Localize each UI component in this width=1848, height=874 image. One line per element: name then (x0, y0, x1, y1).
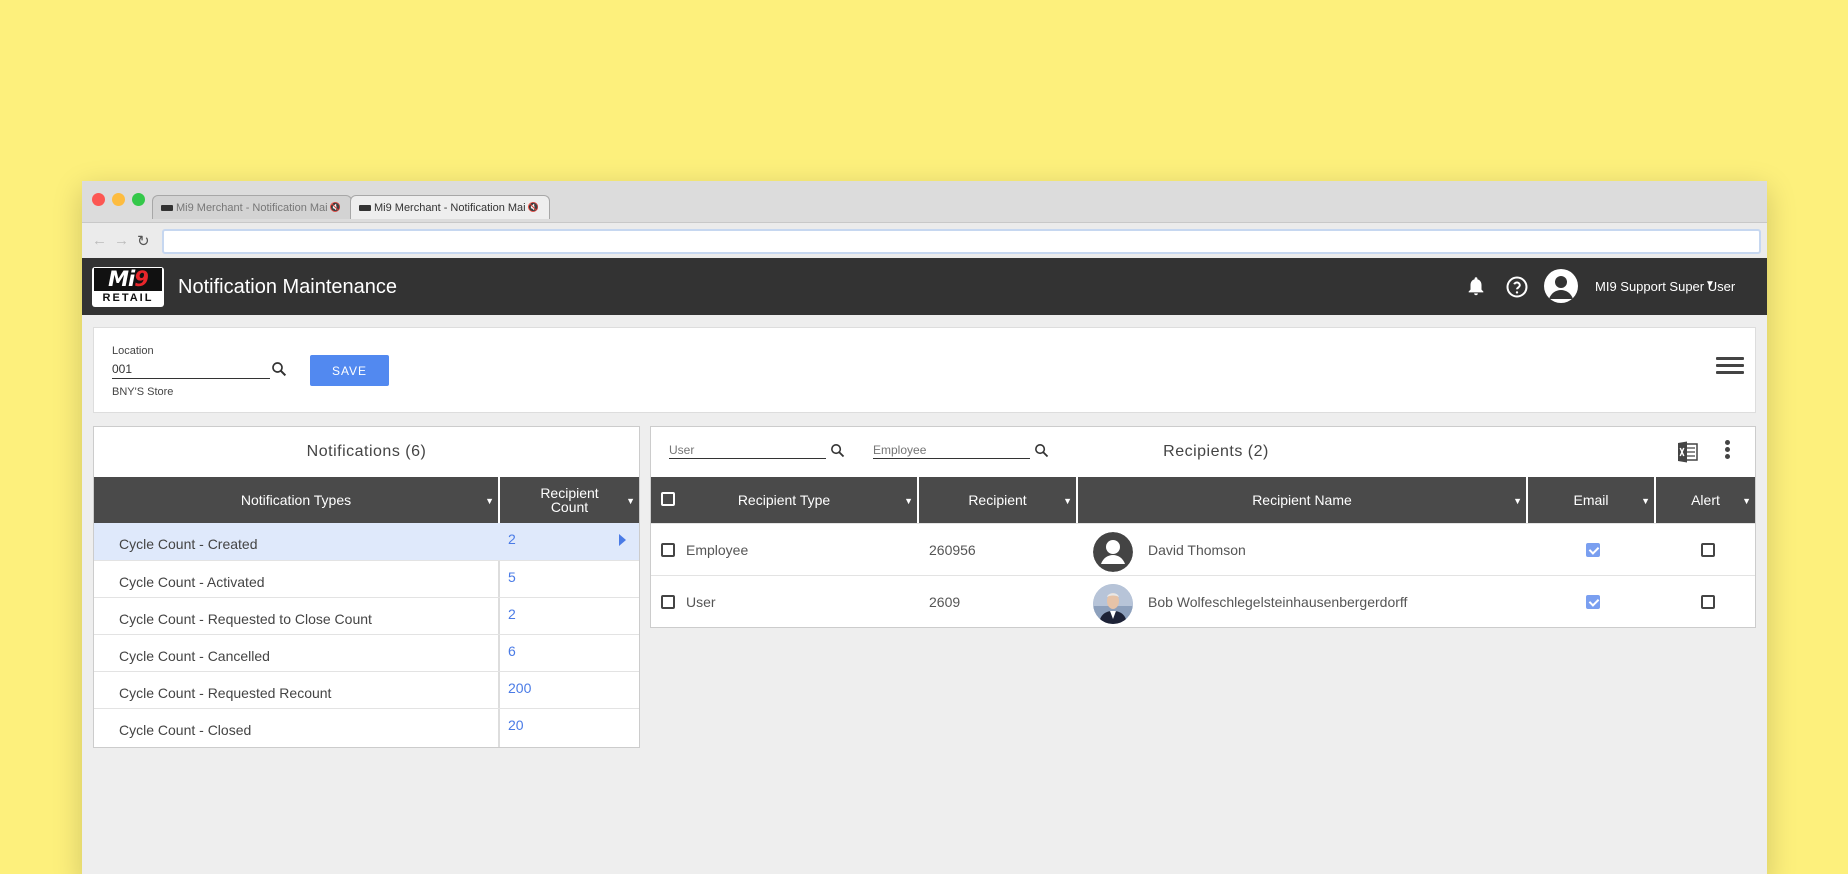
recipients-panel: Recipients (2) Recipient Type ▼ Recipien… (650, 426, 1756, 628)
alert-checkbox[interactable] (1701, 595, 1715, 609)
notification-row[interactable]: Cycle Count - Requested to Close Count 2 (94, 597, 639, 634)
filter-icon[interactable]: ▼ (904, 494, 913, 508)
browser-tab-active[interactable]: Mi9 Merchant - Notification Maint 🔇 (350, 195, 550, 219)
close-window-button[interactable] (92, 193, 105, 206)
recipient-count-link[interactable]: 200 (508, 680, 531, 696)
recipient-name-cell: Bob Wolfeschlegelsteinhausenbergerdorff (1148, 594, 1408, 610)
reload-icon[interactable]: ↻ (137, 232, 150, 250)
notification-row[interactable]: Cycle Count - Requested Recount 200 (94, 671, 639, 708)
recipient-count-link[interactable]: 5 (508, 569, 516, 585)
filter-icon[interactable]: ▼ (1641, 494, 1650, 508)
bell-icon[interactable] (1465, 275, 1487, 302)
table-row[interactable]: User 2609 Bob Wolfeschlegelsteinhausenbe… (651, 575, 1755, 627)
recipient-type-cell: User (686, 594, 716, 610)
page-title: Notification Maintenance (178, 276, 398, 298)
notifications-panel: Notifications (6) Notification Types ▼ R… (93, 426, 640, 748)
save-button[interactable]: SAVE (310, 355, 389, 386)
notification-row[interactable]: Cycle Count - Created 2 (94, 523, 639, 560)
default-avatar-icon (1093, 532, 1133, 572)
search-icon[interactable] (1033, 442, 1050, 464)
maximize-window-button[interactable] (132, 193, 145, 206)
hamburger-menu-icon[interactable] (1716, 357, 1744, 381)
browser-window: Mi9 Merchant - Notification Maint 🔇 Mi9 … (82, 181, 1767, 874)
filter-icon[interactable]: ▼ (485, 494, 494, 508)
recipient-id-cell: 260956 (929, 542, 976, 558)
recipient-id-cell: 2609 (929, 594, 961, 610)
column-header-recipient-count[interactable]: Recipient Count ▼ (500, 477, 639, 523)
browser-tab[interactable]: Mi9 Merchant - Notification Maint 🔇 (152, 195, 352, 219)
help-icon[interactable] (1505, 275, 1529, 304)
column-header-recipient[interactable]: Recipient ▼ (919, 477, 1078, 523)
filter-icon[interactable]: ▼ (626, 494, 635, 508)
notifications-table-header: Notification Types ▼ Recipient Count ▼ (94, 477, 639, 523)
recipients-title: Recipients (2) (1163, 443, 1269, 460)
recipients-table-header: Recipient Type ▼ Recipient ▼ Recipient N… (651, 477, 1755, 523)
recipient-count-link[interactable]: 20 (508, 717, 524, 733)
back-arrow-icon[interactable]: ← (92, 232, 107, 249)
browser-toolbar: ← → ↻ (82, 222, 1767, 258)
more-options-icon[interactable] (1725, 440, 1731, 464)
column-header-recipient-name[interactable]: Recipient Name ▼ (1078, 477, 1528, 523)
mute-icon[interactable]: 🔇 (528, 202, 539, 213)
row-select-checkbox[interactable] (661, 543, 675, 557)
notifications-title: Notifications (6) (306, 443, 427, 460)
select-all-checkbox[interactable] (661, 492, 675, 506)
filter-icon[interactable]: ▼ (1063, 494, 1072, 508)
user-avatar-icon[interactable] (1544, 269, 1578, 303)
location-card: Location BNY'S Store SAVE (93, 327, 1756, 413)
address-bar[interactable] (162, 229, 1761, 254)
recipient-name-cell: David Thomson (1148, 542, 1246, 558)
filter-icon[interactable]: ▼ (1513, 494, 1522, 508)
notification-row[interactable]: Cycle Count - Closed 20 (94, 708, 639, 745)
email-checkbox[interactable] (1586, 595, 1600, 609)
column-header-email[interactable]: Email ▼ (1528, 477, 1656, 523)
email-checkbox[interactable] (1586, 543, 1600, 557)
store-name: BNY'S Store (112, 386, 174, 398)
caret-right-icon (619, 534, 626, 546)
recipient-count-link[interactable]: 6 (508, 643, 516, 659)
minimize-window-button[interactable] (112, 193, 125, 206)
app-header: Mi9 RETAIL Notification Maintenance MI9 … (82, 258, 1767, 315)
table-row[interactable]: Employee 260956 David Thomson (651, 523, 1755, 575)
filter-icon[interactable]: ▼ (1742, 494, 1751, 508)
recipient-type-cell: Employee (686, 542, 749, 558)
notification-row[interactable]: Cycle Count - Cancelled 6 (94, 634, 639, 671)
location-input[interactable] (112, 359, 270, 379)
recipient-count-link[interactable]: 2 (508, 606, 516, 622)
user-search-input[interactable] (669, 442, 826, 459)
employee-search-input[interactable] (873, 442, 1030, 459)
browser-tab-bar: Mi9 Merchant - Notification Maint 🔇 Mi9 … (82, 181, 1767, 222)
column-header-notification-types[interactable]: Notification Types ▼ (94, 477, 500, 523)
mi9-retail-logo[interactable]: Mi9 RETAIL (92, 267, 164, 307)
excel-export-icon[interactable] (1677, 441, 1699, 463)
location-label: Location (112, 345, 154, 357)
alert-checkbox[interactable] (1701, 543, 1715, 557)
row-select-checkbox[interactable] (661, 595, 675, 609)
chevron-down-icon[interactable]: ▼ (1705, 279, 1715, 290)
forward-arrow-icon[interactable]: → (114, 232, 129, 249)
column-header-alert[interactable]: Alert ▼ (1656, 477, 1755, 523)
recipient-count-link[interactable]: 2 (508, 531, 516, 547)
search-icon[interactable] (270, 360, 288, 383)
column-header-recipient-type[interactable]: Recipient Type ▼ (651, 477, 919, 523)
favicon-icon (161, 204, 173, 211)
search-icon[interactable] (829, 442, 846, 464)
favicon-icon (359, 204, 371, 211)
mute-icon[interactable]: 🔇 (330, 202, 341, 213)
notification-row[interactable]: Cycle Count - Activated 5 (94, 560, 639, 597)
user-photo-avatar (1093, 584, 1133, 624)
